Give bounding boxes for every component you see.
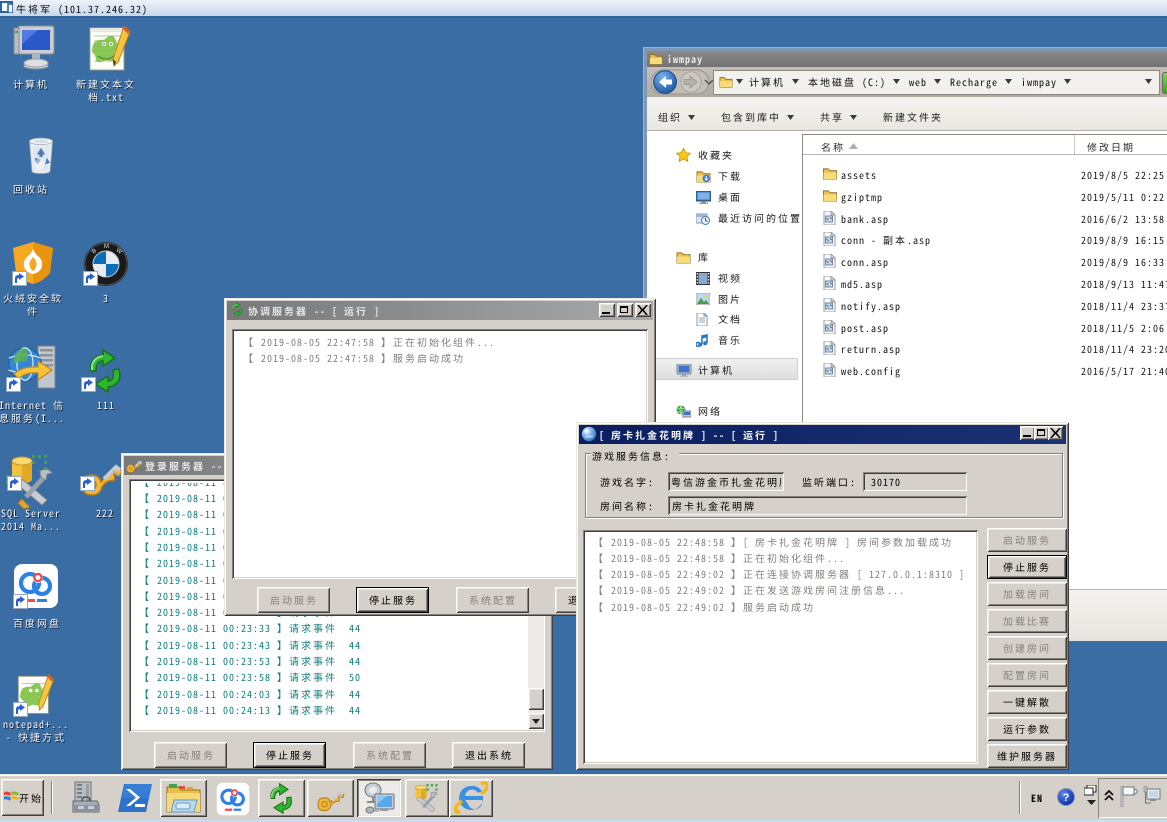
svg-text:?: ? [1063, 792, 1070, 804]
svg-text:M: M [104, 244, 109, 250]
